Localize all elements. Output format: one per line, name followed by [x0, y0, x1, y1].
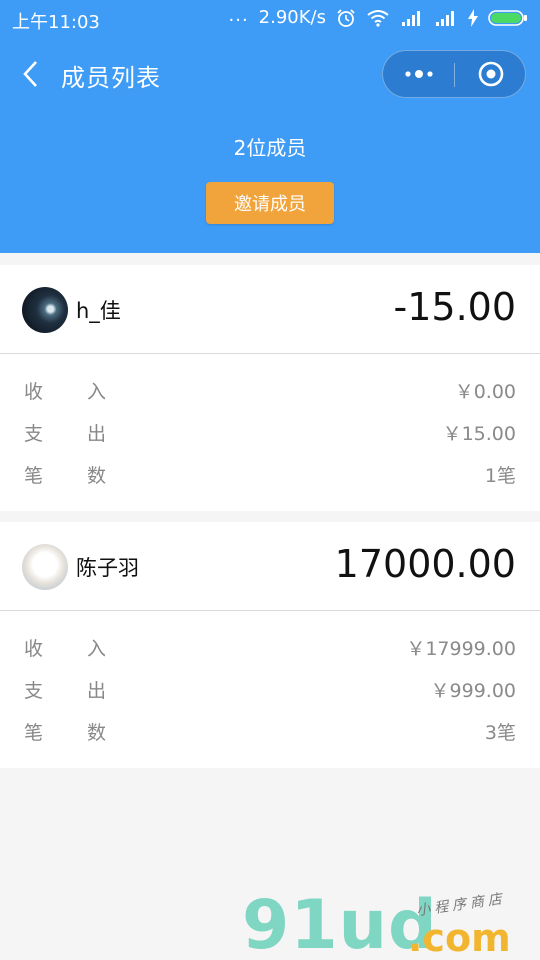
back-button[interactable] [12, 54, 48, 94]
alarm-icon [337, 8, 355, 27]
expense-row: 支 出 ￥999.00 [0, 672, 540, 708]
row-label: 入 [87, 381, 107, 403]
row-label: 入 [87, 638, 107, 660]
member-card-header: 陈子羽 17000.00 [0, 522, 540, 610]
row-label: 收 [24, 638, 44, 660]
row-label: 支 [24, 680, 44, 702]
row-label: 出 [87, 680, 107, 702]
divider [0, 353, 540, 354]
member-count: 2位成员 [233, 136, 307, 160]
row-label: 笔 [24, 465, 44, 487]
status-icons: ... 2.90K/s [228, 5, 529, 28]
charging-icon [468, 8, 478, 27]
count-row: 笔 数 3笔 [0, 714, 540, 750]
avatar [22, 544, 68, 590]
member-balance: 17000.00 [334, 542, 516, 586]
member-name: 陈子羽 [76, 556, 139, 580]
signal-icon-1 [402, 10, 420, 26]
count-row: 笔 数 1笔 [0, 457, 540, 493]
network-speed: 2.90K/s [258, 7, 326, 28]
close-miniprogram-button[interactable] [455, 51, 527, 97]
battery-icon [488, 9, 527, 26]
income-row: 收 入 ￥0.00 [0, 373, 540, 409]
row-label: 出 [87, 423, 107, 445]
target-close-icon [478, 61, 504, 87]
row-label: 数 [87, 465, 107, 487]
count-value: 1笔 [484, 465, 516, 487]
count-value: 3笔 [484, 722, 516, 744]
row-label: 支 [24, 423, 44, 445]
invite-member-button[interactable]: 邀请成员 [206, 182, 334, 224]
expense-value: ￥999.00 [430, 680, 516, 702]
member-balance: -15.00 [393, 285, 517, 329]
expense-row: 支 出 ￥15.00 [0, 415, 540, 451]
more-dots-icon [405, 70, 433, 78]
watermark: 91ud .com 小程序商店 [240, 886, 540, 960]
member-name: h_佳 [76, 299, 121, 323]
chevron-left-icon [23, 61, 37, 87]
member-card[interactable]: h_佳 -15.00 收 入 ￥0.00 支 出 ￥15.00 笔 数 1笔 [0, 265, 540, 511]
member-card[interactable]: 陈子羽 17000.00 收 入 ￥17999.00 支 出 ￥999.00 笔… [0, 522, 540, 768]
nav-bar: 成员列表 [0, 44, 540, 104]
row-label: 数 [87, 722, 107, 744]
income-value: ￥0.00 [454, 381, 516, 403]
signal-icon-2 [436, 10, 454, 26]
divider [0, 610, 540, 611]
status-bar: 上午11:03 ... 2.90K/s [0, 0, 540, 38]
watermark-domain: .com [408, 916, 511, 960]
row-label: 收 [24, 381, 44, 403]
miniprogram-capsule [382, 50, 526, 98]
more-button[interactable] [383, 51, 455, 97]
income-value: ￥17999.00 [406, 638, 516, 660]
page-title: 成员列表 [61, 64, 161, 92]
row-label: 笔 [24, 722, 44, 744]
wifi-icon [367, 9, 389, 27]
avatar [22, 287, 68, 333]
member-card-header: h_佳 -15.00 [0, 265, 540, 353]
income-row: 收 入 ￥17999.00 [0, 630, 540, 666]
more-dots: ... [228, 5, 249, 26]
expense-value: ￥15.00 [442, 423, 516, 445]
status-time: 上午11:03 [12, 12, 100, 33]
